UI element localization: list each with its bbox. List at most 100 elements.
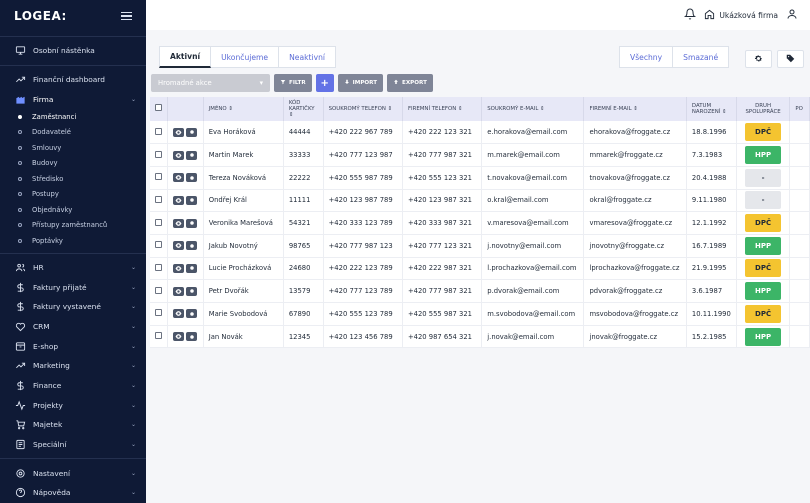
app-logo[interactable]: LOGEA: [14, 9, 67, 23]
row-checkbox[interactable] [155, 173, 162, 181]
column-header-druh-spoluprace[interactable]: DRUH SPOLUPRÁCE [736, 97, 791, 121]
table-row[interactable]: Ondřej Král 11111 +420 123 987 789 +420 … [150, 189, 810, 213]
table-row[interactable]: Jan Novák 12345 +420 123 456 789 +420 98… [150, 325, 810, 349]
table-row[interactable]: Petr Dvořák 13579 +420 777 123 789 +420 … [150, 279, 810, 303]
edit-icon[interactable] [186, 218, 197, 228]
view-icon[interactable] [173, 286, 184, 296]
edit-icon[interactable] [186, 286, 197, 296]
view-icon[interactable] [173, 263, 184, 273]
cell-work-phone: +420 222 987 321 [402, 257, 483, 281]
sidebar-item-finance[interactable]: Finance ⌄ [0, 376, 146, 396]
row-checkbox[interactable] [155, 309, 162, 317]
view-icon[interactable] [173, 332, 184, 342]
select-all-checkbox[interactable] [155, 104, 162, 112]
import-button[interactable]: IMPORT [337, 74, 384, 92]
sidebar-subitem[interactable]: Postupy [0, 187, 146, 203]
sidebar-item-projekty[interactable]: Projekty ⌄ [0, 395, 146, 415]
row-checkbox[interactable] [155, 241, 162, 249]
table-row[interactable]: Lucie Procházková 24680 +420 222 123 789… [150, 257, 810, 281]
view-icon[interactable] [173, 241, 184, 251]
sidebar-item-faktury-prijate[interactable]: Faktury přijaté ⌄ [0, 277, 146, 297]
bell-icon[interactable] [684, 8, 697, 22]
edit-icon[interactable] [186, 173, 197, 183]
edit-icon[interactable] [186, 263, 197, 273]
column-header-jmeno[interactable]: JMÉNO ⇕ [203, 97, 284, 121]
tag-button[interactable] [777, 50, 804, 68]
sidebar-item-specialni[interactable]: Speciální ⌄ [0, 435, 146, 455]
view-icon[interactable] [173, 127, 184, 137]
row-select-cell [150, 325, 168, 349]
row-checkbox[interactable] [155, 218, 162, 226]
cell-dob: 16.7.1989 [686, 234, 737, 258]
column-header-soukromy-telefon[interactable]: SOUKROMÝ TELEFON ⇕ [323, 97, 403, 121]
menu-toggle-icon[interactable] [121, 11, 132, 21]
sidebar-subitem[interactable]: Smlouvy [0, 140, 146, 156]
row-actions-cell [167, 211, 204, 235]
sidebar-item-financni-dashboard[interactable]: Finanční dashboard [0, 70, 146, 90]
sidebar-item-faktury-vystavene[interactable]: Faktury vystavené ⌄ [0, 297, 146, 317]
edit-icon[interactable] [186, 150, 197, 160]
sidebar-subitem[interactable]: Středisko [0, 171, 146, 187]
row-checkbox[interactable] [155, 332, 162, 340]
view-icon[interactable] [173, 309, 184, 319]
column-header-firemni-email[interactable]: FIREMNÍ E-MAIL ⇕ [583, 97, 687, 121]
tab-ukoncujeme[interactable]: Ukončujeme [211, 46, 280, 68]
sidebar-item-firma[interactable]: Firma ⌄ [0, 89, 146, 109]
row-checkbox[interactable] [155, 263, 162, 271]
sidebar-item-hr[interactable]: HR ⌄ [0, 258, 146, 278]
sidebar-subitem[interactable]: Přístupy zaměstnanců [0, 218, 146, 234]
row-checkbox[interactable] [155, 150, 162, 158]
table-row[interactable]: Marie Svobodová 67890 +420 555 123 789 +… [150, 302, 810, 326]
sidebar-item-osobni-nastenka[interactable]: Osobní nástěnka [0, 41, 146, 61]
tab-neaktivni[interactable]: Neaktivní [279, 46, 337, 68]
sidebar-subitem[interactable]: Objednávky [0, 202, 146, 218]
view-icon[interactable] [173, 218, 184, 228]
tab-smazane[interactable]: Smazané [673, 46, 730, 68]
view-icon[interactable] [173, 150, 184, 160]
column-header-firemni-telefon[interactable]: FIREMNÍ TELEFON ⇕ [402, 97, 483, 121]
table-row[interactable]: Veronika Marešová 54321 +420 333 123 789… [150, 211, 810, 235]
tab-vsechny[interactable]: Všechny [619, 46, 674, 68]
sidebar-subitem[interactable]: Poptávky [0, 233, 146, 249]
edit-icon[interactable] [186, 195, 197, 205]
sidebar-subitem-label: Poptávky [32, 236, 63, 245]
sidebar-item-marketing[interactable]: Marketing ⌄ [0, 356, 146, 376]
filter-button[interactable]: FILTR [274, 74, 312, 92]
edit-icon[interactable] [186, 241, 197, 251]
sidebar-subitem[interactable]: Dodavatelé [0, 125, 146, 141]
chevron-down-icon: ▾ [259, 79, 263, 87]
view-icon[interactable] [173, 173, 184, 183]
sidebar-item-napoveda[interactable]: Nápověda ⌄ [0, 483, 146, 503]
sidebar-item-e-shop[interactable]: E-shop ⌄ [0, 336, 146, 356]
status-badge: - [745, 168, 782, 187]
table-row[interactable]: Eva Horáková 44444 +420 222 967 789 +420… [150, 121, 810, 145]
settings-button[interactable] [745, 50, 772, 68]
table-row[interactable]: Jakub Novotný 98765 +420 777 987 123 +42… [150, 234, 810, 258]
column-header-datum-narozeni[interactable]: DATUM NAROZENÍ ⇕ [686, 97, 737, 121]
table-row[interactable]: Martin Marek 33333 +420 777 123 987 +420… [150, 143, 810, 167]
sidebar-item-nastaveni[interactable]: Nastavení ⌄ [0, 463, 146, 483]
view-icon[interactable] [173, 195, 184, 205]
upload-icon [393, 79, 399, 87]
sidebar-item-majetek[interactable]: Majetek ⌄ [0, 415, 146, 435]
row-checkbox[interactable] [155, 286, 162, 294]
edit-icon[interactable] [186, 127, 197, 137]
company-switcher[interactable]: Ukázková firma [704, 9, 778, 22]
table-row[interactable]: Tereza Nováková 22222 +420 555 987 789 +… [150, 166, 810, 190]
import-label: IMPORT [352, 80, 378, 86]
edit-icon[interactable] [186, 309, 197, 319]
sidebar-item-crm[interactable]: CRM ⌄ [0, 317, 146, 337]
user-icon[interactable] [786, 8, 798, 22]
edit-icon[interactable] [186, 332, 197, 342]
sidebar-subitem[interactable]: Budovy [0, 156, 146, 172]
export-button[interactable]: EXPORT [387, 74, 433, 92]
row-checkbox[interactable] [155, 127, 162, 135]
column-header-kod[interactable]: KÓD KARTIČKY ⇕ [283, 97, 324, 121]
sidebar-subitem[interactable]: Zaměstnanci [0, 109, 146, 125]
row-checkbox[interactable] [155, 195, 162, 203]
cell-work-phone: +420 123 987 321 [402, 189, 483, 213]
add-button[interactable]: + [315, 74, 334, 92]
bulk-actions-select[interactable]: Hromadné akce ▾ [151, 74, 270, 92]
tab-aktivni[interactable]: Aktivní [159, 46, 212, 68]
column-header-soukromy-email[interactable]: SOUKROMÝ E-MAIL ⇕ [481, 97, 585, 121]
